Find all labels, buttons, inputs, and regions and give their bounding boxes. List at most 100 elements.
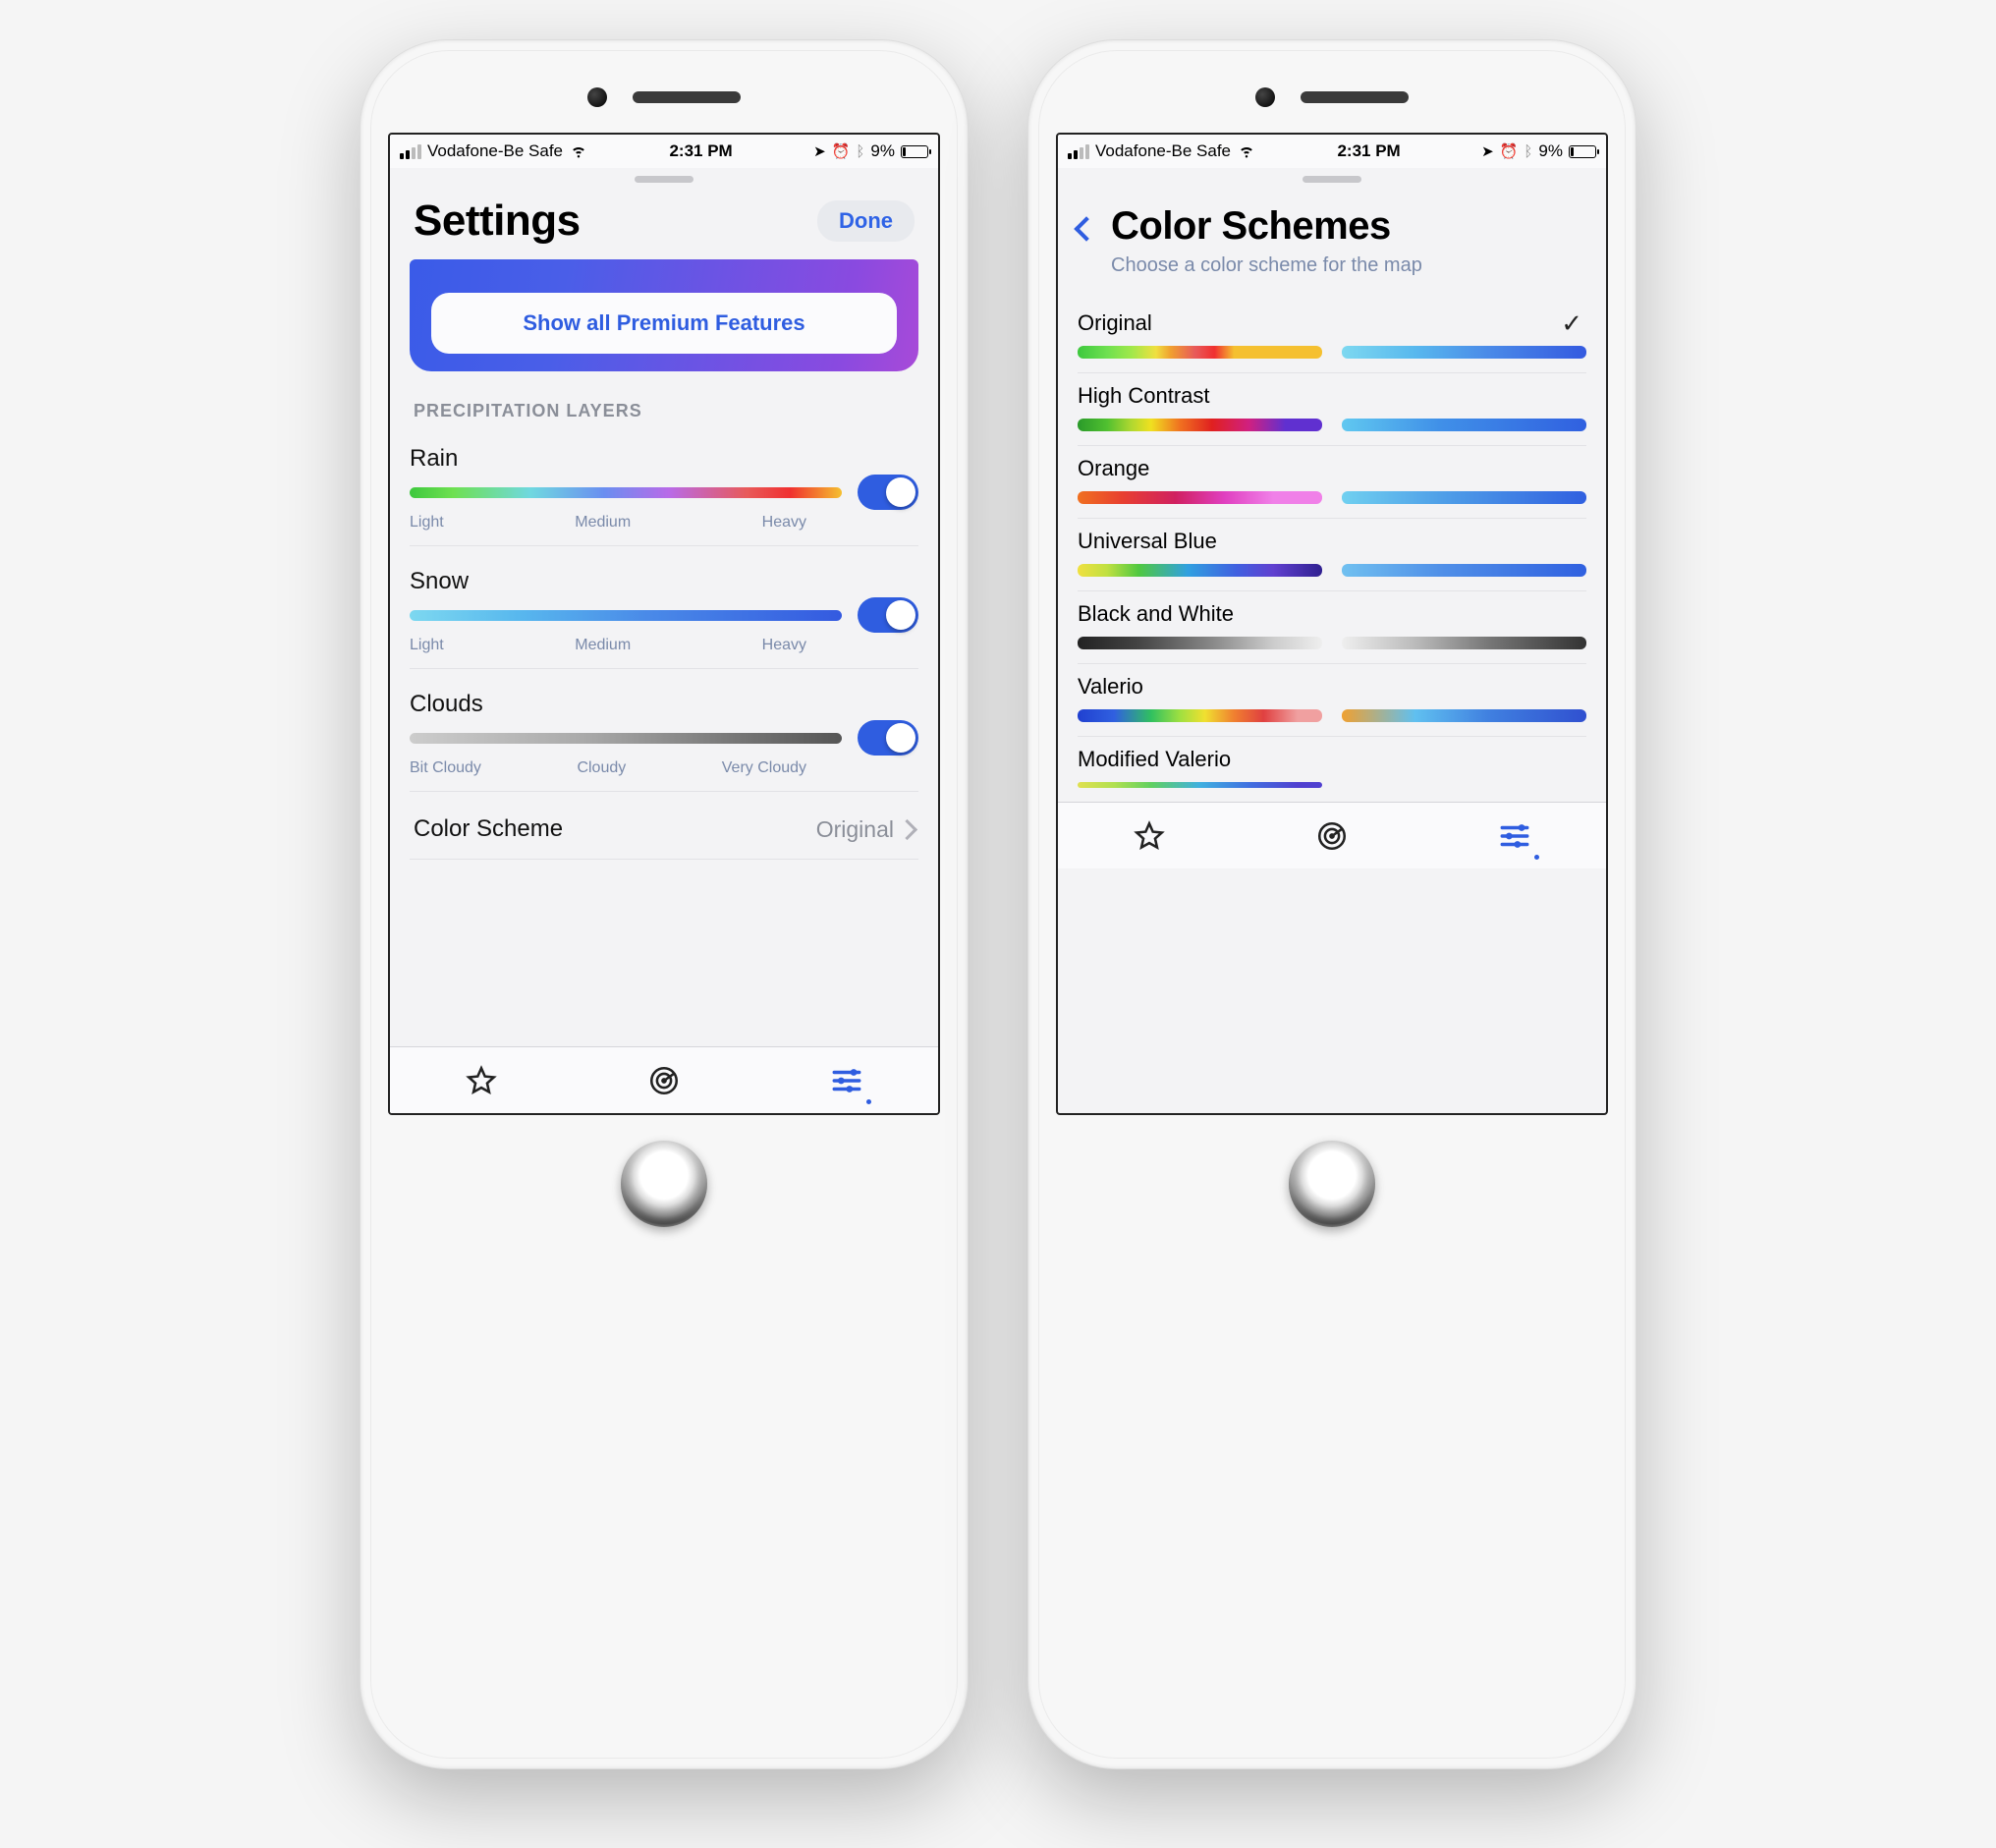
legend-light: Light [410,637,444,654]
gradient-bar-rain [1078,782,1322,788]
legend-cloudy: Cloudy [577,759,626,777]
scheme-row-universal-blue[interactable]: Universal Blue [1078,519,1586,591]
status-bar: Vodafone-Be Safe 2:31 PM ➤ ⏰ ᛒ 9% [1058,135,1606,168]
scheme-label: Original [1078,310,1586,336]
alarm-icon: ⏰ [832,142,851,160]
device-top-hardware [388,70,940,133]
scheme-row-black-white[interactable]: Black and White [1078,591,1586,664]
home-button[interactable] [1289,1141,1375,1227]
color-schemes-header: Color Schemes Choose a color scheme for … [1058,187,1606,281]
chevron-right-icon [900,816,915,843]
battery-percent: 9% [870,141,895,161]
carrier-label: Vodafone-Be Safe [427,141,563,161]
tab-bar [390,1046,938,1113]
legend-medium: Medium [575,514,631,532]
wifi-icon [1237,140,1256,165]
tab-settings[interactable] [1497,818,1532,854]
gradient-bar-rain [1078,346,1322,359]
scheme-row-valerio[interactable]: Valerio [1078,664,1586,737]
premium-cta-button[interactable]: Show all Premium Features [431,293,897,354]
clock-label: 2:31 PM [1337,141,1400,161]
gradient-bar-snow [1342,637,1586,649]
sheet-grabber[interactable] [635,176,693,183]
color-scheme-label: Color Scheme [414,815,563,843]
back-button[interactable] [1074,216,1098,241]
earpiece-speaker [1301,91,1409,103]
gradient-bar-rain [1078,637,1322,649]
toggle-clouds[interactable] [858,720,918,756]
device-settings: Vodafone-Be Safe 2:31 PM ➤ ⏰ ᛒ 9% Settin… [360,39,969,1769]
battery-icon [1569,145,1596,158]
scheme-label: Modified Valerio [1078,747,1586,772]
section-header-precipitation: PRECIPITATION LAYERS [414,401,915,421]
gradient-bar-snow [1342,564,1586,577]
legend-heavy: Heavy [762,637,806,654]
page-title: Settings [414,196,581,246]
done-button[interactable]: Done [817,200,915,242]
tab-settings[interactable] [829,1063,864,1098]
scheme-row-modified-valerio[interactable]: Modified Valerio [1078,737,1586,802]
gradient-bar-rain [410,487,842,498]
toggle-rain[interactable] [858,475,918,510]
gradient-bar-rain [1078,564,1322,577]
device-top-hardware [1056,70,1608,133]
settings-header: Settings Done [390,187,938,259]
sheet-grabber[interactable] [1303,176,1361,183]
device-color-schemes: Vodafone-Be Safe 2:31 PM ➤ ⏰ ᛒ 9% Color … [1027,39,1636,1769]
scheme-label: Black and White [1078,601,1586,627]
toggle-snow[interactable] [858,597,918,633]
gradient-bar-clouds [410,733,842,744]
gradient-bar-snow [1342,782,1586,788]
checkmark-icon: ✓ [1561,308,1582,339]
legend-medium: Medium [575,637,631,654]
gradient-bar-rain [1078,491,1322,504]
legend-snow: Light Medium Heavy [410,637,806,654]
carrier-label: Vodafone-Be Safe [1095,141,1231,161]
tab-radar[interactable] [1314,818,1350,854]
front-camera [587,87,607,107]
cellular-signal-icon [1068,144,1089,159]
premium-banner[interactable]: Show all Premium Features [410,259,918,371]
scheme-list: Original ✓ High Contrast Orange [1058,281,1606,802]
scheme-row-orange[interactable]: Orange [1078,446,1586,519]
layer-row-snow: Snow Light Medium Heavy [410,546,918,669]
battery-icon [901,145,928,158]
front-camera [1255,87,1275,107]
clock-label: 2:31 PM [669,141,732,161]
tab-favorites[interactable] [1132,818,1167,854]
location-icon: ➤ [1481,142,1494,160]
wifi-icon [569,140,588,165]
row-color-scheme[interactable]: Color Scheme Original [410,792,918,860]
home-button[interactable] [621,1141,707,1227]
gradient-bar-rain [1078,419,1322,431]
layer-label-rain: Rain [410,445,458,473]
screen-settings: Vodafone-Be Safe 2:31 PM ➤ ⏰ ᛒ 9% Settin… [388,133,940,1115]
scheme-label: Valerio [1078,674,1586,700]
gradient-bar-snow [1342,419,1586,431]
settings-content: Show all Premium Features PRECIPITATION … [390,259,938,1046]
status-bar: Vodafone-Be Safe 2:31 PM ➤ ⏰ ᛒ 9% [390,135,938,168]
legend-rain: Light Medium Heavy [410,514,806,532]
battery-percent: 9% [1538,141,1563,161]
bluetooth-icon: ᛒ [856,143,864,160]
tab-favorites[interactable] [464,1063,499,1098]
alarm-icon: ⏰ [1500,142,1519,160]
legend-heavy: Heavy [762,514,806,532]
location-icon: ➤ [813,142,826,160]
legend-bit-cloudy: Bit Cloudy [410,759,481,777]
gradient-bar-snow [1342,491,1586,504]
layer-label-clouds: Clouds [410,691,483,718]
scheme-row-original[interactable]: Original ✓ [1078,301,1586,373]
scheme-row-high-contrast[interactable]: High Contrast [1078,373,1586,446]
tab-radar[interactable] [646,1063,682,1098]
gradient-bar-snow [1342,709,1586,722]
layer-label-snow: Snow [410,568,469,595]
cellular-signal-icon [400,144,421,159]
earpiece-speaker [633,91,741,103]
page-subtitle: Choose a color scheme for the map [1111,254,1422,277]
gradient-bar-rain [1078,709,1322,722]
screen-color-schemes: Vodafone-Be Safe 2:31 PM ➤ ⏰ ᛒ 9% Color … [1056,133,1608,1115]
scheme-label: Orange [1078,456,1586,481]
tab-bar [1058,802,1606,868]
layer-row-rain: Rain Light Medium Heavy [410,439,918,546]
